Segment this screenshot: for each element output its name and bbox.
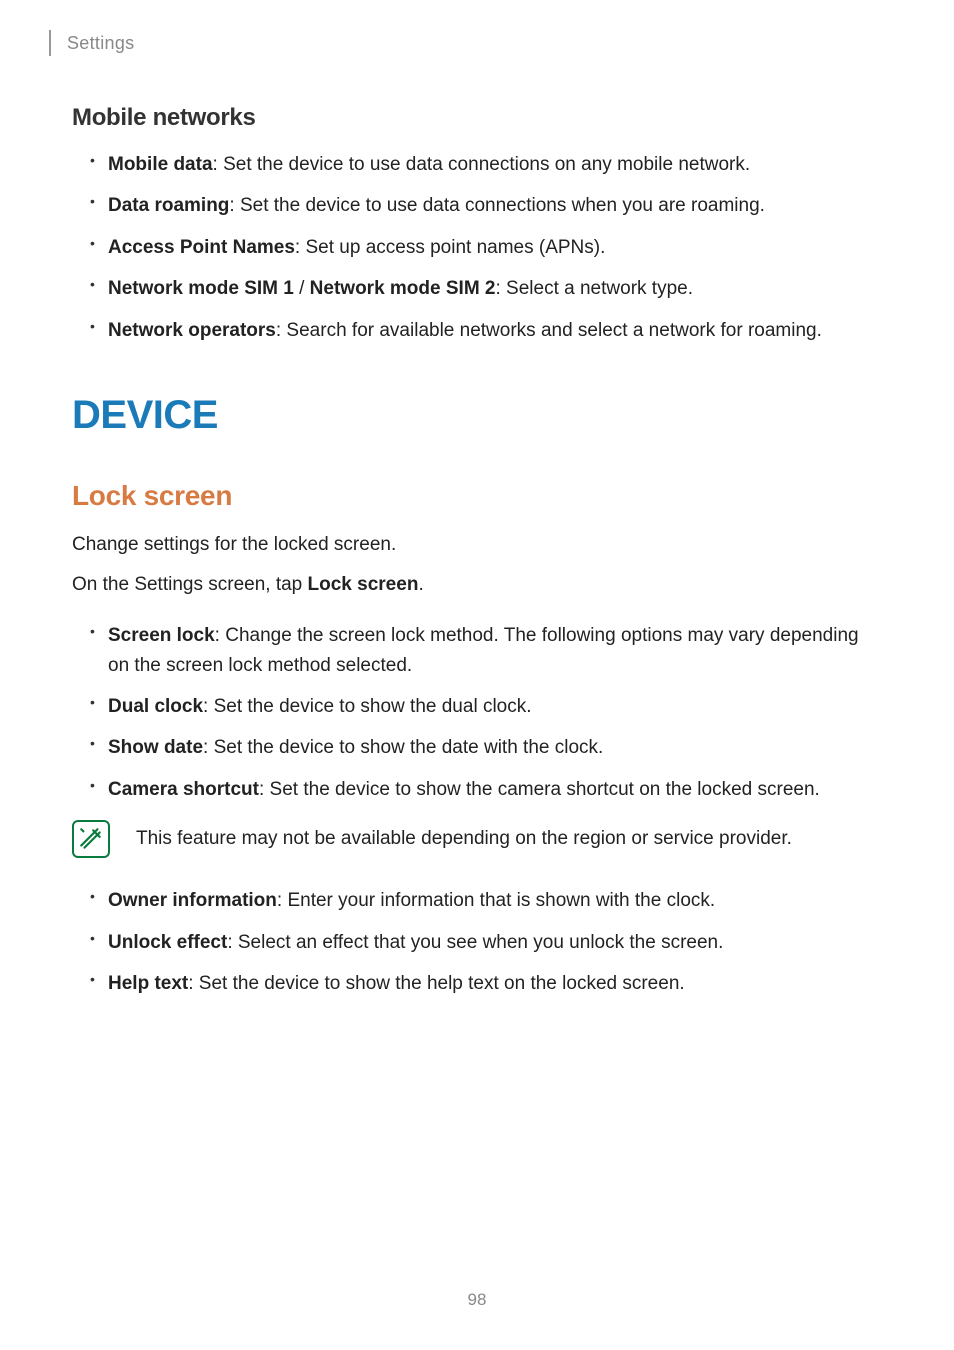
lock-screen-list-1: Screen lock: Change the screen lock meth… xyxy=(72,621,882,804)
intro-text-1: Change settings for the locked screen. xyxy=(72,530,882,559)
list-item: Show date: Set the device to show the da… xyxy=(72,733,882,762)
note-row: This feature may not be available depend… xyxy=(72,820,882,858)
list-item: Screen lock: Change the screen lock meth… xyxy=(72,621,882,680)
item-label: Owner information xyxy=(108,890,277,911)
list-item: Help text: Set the device to show the he… xyxy=(72,969,882,998)
mobile-networks-list: Mobile data: Set the device to use data … xyxy=(72,150,882,345)
item-desc: : Change the screen lock method. The fol… xyxy=(108,625,859,675)
list-item: Access Point Names: Set up access point … xyxy=(72,233,882,262)
item-label: Network mode SIM 1 xyxy=(108,278,294,299)
item-label: Help text xyxy=(108,973,188,994)
item-label: Show date xyxy=(108,737,203,758)
item-separator: / xyxy=(294,278,310,299)
header-title: Settings xyxy=(67,33,134,54)
list-item: Owner information: Enter your informatio… xyxy=(72,886,882,915)
item-desc: : Set the device to show the dual clock. xyxy=(203,696,531,717)
note-icon xyxy=(72,820,110,858)
item-desc: : Select a network type. xyxy=(496,278,694,299)
intro2-suffix: . xyxy=(418,574,423,595)
lock-screen-list-2: Owner information: Enter your informatio… xyxy=(72,886,882,998)
item-desc: : Select an effect that you see when you… xyxy=(227,932,723,953)
list-item: Network operators: Search for available … xyxy=(72,316,882,345)
section-lock-screen: Lock screen xyxy=(72,480,882,512)
list-item: Mobile data: Set the device to use data … xyxy=(72,150,882,179)
item-label: Access Point Names xyxy=(108,237,295,258)
subsection-mobile-networks: Mobile networks xyxy=(72,104,882,132)
list-item: Dual clock: Set the device to show the d… xyxy=(72,692,882,721)
header-marker xyxy=(49,30,51,56)
item-label: Screen lock xyxy=(108,625,215,646)
item-desc: : Enter your information that is shown w… xyxy=(277,890,715,911)
item-label: Data roaming xyxy=(108,195,229,216)
item-label: Unlock effect xyxy=(108,932,227,953)
intro2-bold: Lock screen xyxy=(308,574,419,595)
item-desc: : Set the device to show the help text o… xyxy=(188,973,684,994)
item-label: Mobile data xyxy=(108,154,213,175)
item-label: Camera shortcut xyxy=(108,779,259,800)
list-item: Unlock effect: Select an effect that you… xyxy=(72,928,882,957)
item-desc: : Set the device to show the camera shor… xyxy=(259,779,820,800)
item-desc: : Set up access point names (APNs). xyxy=(295,237,605,258)
list-item: Data roaming: Set the device to use data… xyxy=(72,191,882,220)
page-number: 98 xyxy=(0,1290,954,1310)
item-desc: : Set the device to use data connections… xyxy=(229,195,765,216)
item-label2: Network mode SIM 2 xyxy=(310,278,496,299)
item-label: Network operators xyxy=(108,320,276,341)
list-item: Camera shortcut: Set the device to show … xyxy=(72,775,882,804)
item-desc: : Search for available networks and sele… xyxy=(276,320,822,341)
item-label: Dual clock xyxy=(108,696,203,717)
intro2-prefix: On the Settings screen, tap xyxy=(72,574,308,595)
main-heading-device: DEVICE xyxy=(72,393,882,438)
page-content: Mobile networks Mobile data: Set the dev… xyxy=(72,104,882,1015)
list-item: Network mode SIM 1 / Network mode SIM 2:… xyxy=(72,274,882,303)
item-desc: : Set the device to show the date with t… xyxy=(203,737,603,758)
note-text: This feature may not be available depend… xyxy=(136,825,792,854)
item-desc: : Set the device to use data connections… xyxy=(213,154,751,175)
intro-text-2: On the Settings screen, tap Lock screen. xyxy=(72,570,882,599)
